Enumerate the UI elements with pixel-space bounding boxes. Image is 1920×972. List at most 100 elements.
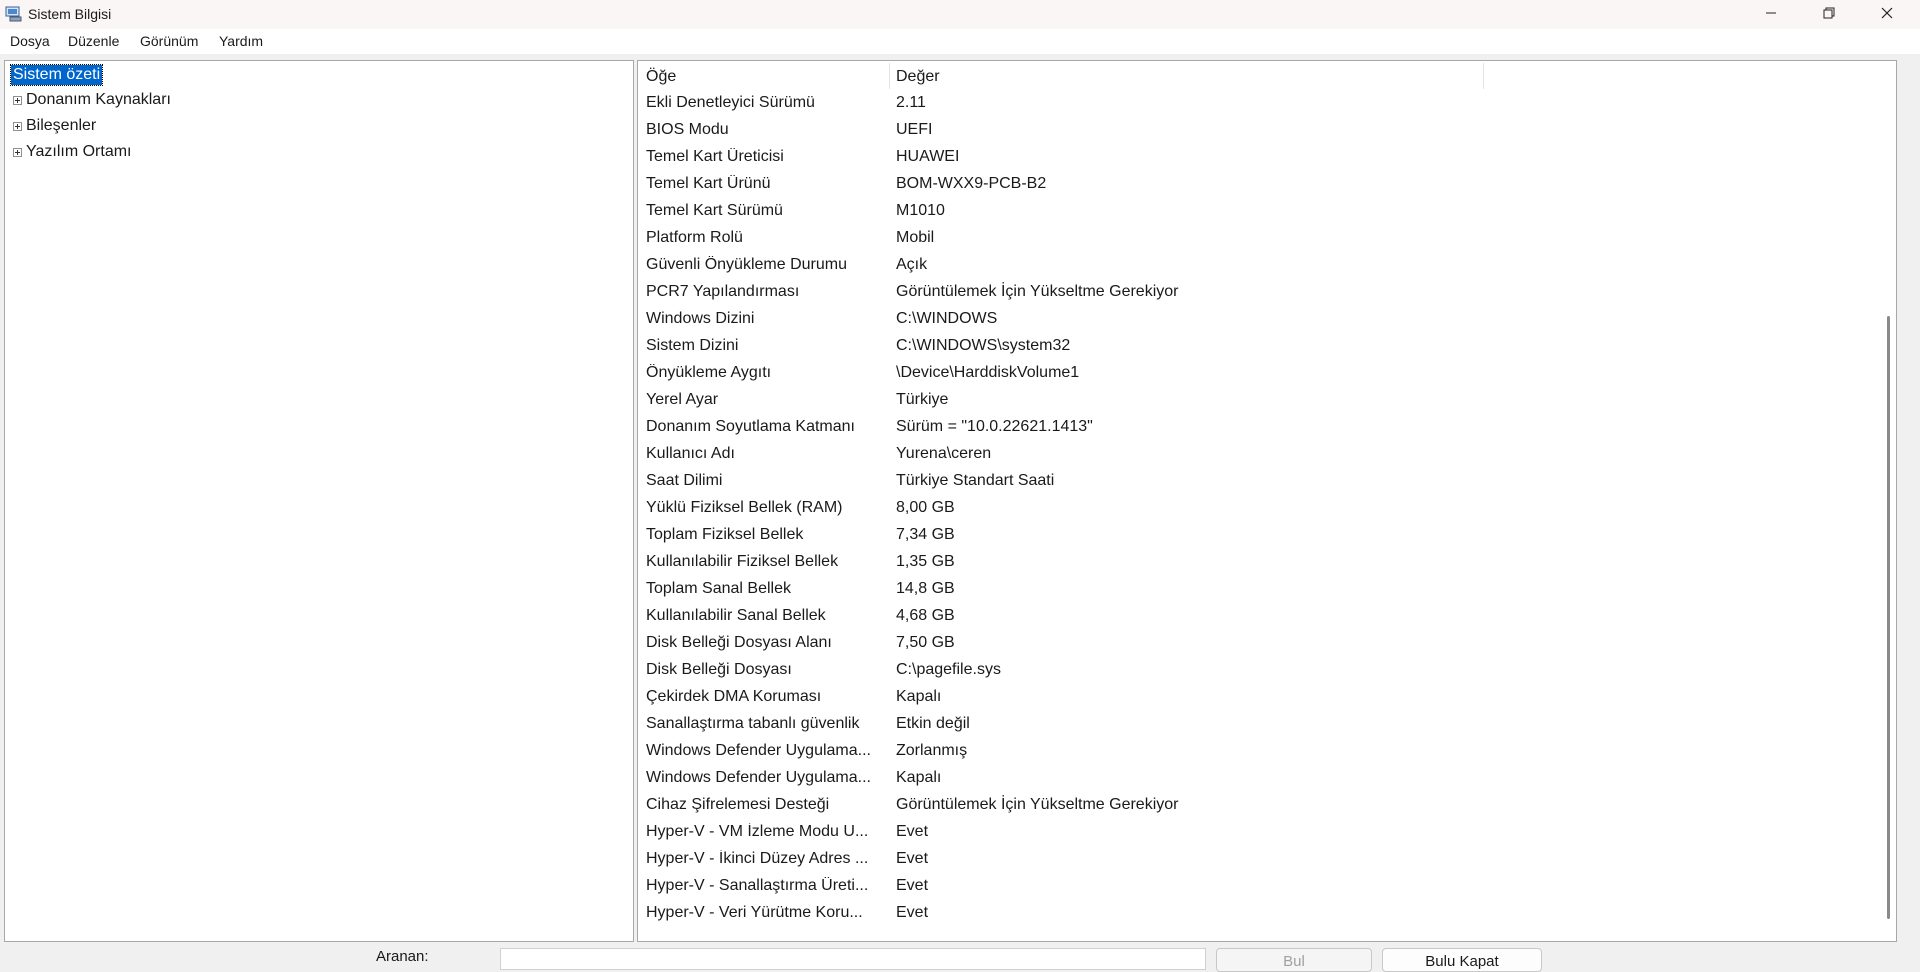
table-row[interactable]: Yüklü Fiziksel Bellek (RAM) 8,00 GB: [638, 495, 1896, 522]
item-cell: Hyper-V - Veri Yürütme Koru...: [646, 904, 863, 921]
table-row[interactable]: Windows Defender Uygulama... Zorlanmış: [638, 738, 1896, 765]
column-divider[interactable]: [1483, 63, 1484, 89]
value-cell: 2.11: [896, 94, 926, 111]
table-row[interactable]: Çekirdek DMA Koruması Kapalı: [638, 684, 1896, 711]
value-cell: Türkiye Standart Saati: [896, 472, 1055, 489]
item-cell: Temel Kart Üreticisi: [646, 148, 784, 165]
table-row[interactable]: Kullanılabilir Sanal Bellek 4,68 GB: [638, 603, 1896, 630]
item-cell: Kullanıcı Adı: [646, 445, 735, 462]
details-list[interactable]: Öğe Değer Ekli Denetleyici Sürümü 2.11 BIO…: [637, 60, 1897, 942]
scrollbar-thumb[interactable]: [1887, 316, 1890, 919]
table-row[interactable]: Yerel Ayar Türkiye: [638, 387, 1896, 414]
find-label: Aranan:: [376, 948, 429, 965]
tree-item-software-environment[interactable]: Yazılım Ortamı: [13, 143, 132, 161]
value-cell: Evet: [896, 823, 929, 840]
item-cell: Önyükleme Aygıtı: [646, 364, 772, 381]
menu-edit[interactable]: Düzenle: [68, 33, 119, 49]
restore-icon: [1823, 6, 1835, 24]
table-row[interactable]: Temel Kart Üreticisi HUAWEI: [638, 144, 1896, 171]
value-cell: UEFI: [896, 121, 933, 138]
close-find-button[interactable]: Bulu Kapat: [1382, 948, 1542, 972]
value-cell: HUAWEI: [896, 148, 960, 165]
tree-item-label: Yazılım Ortamı: [26, 143, 132, 160]
value-cell: M1010: [896, 202, 945, 219]
close-button[interactable]: [1858, 0, 1916, 29]
table-row[interactable]: Disk Belleği Dosyası C:\pagefile.sys: [638, 657, 1896, 684]
table-row[interactable]: Toplam Sanal Bellek 14,8 GB: [638, 576, 1896, 603]
table-row[interactable]: Cihaz Şifrelemesi Desteği Görüntülemek İç…: [638, 792, 1896, 819]
menu-file[interactable]: Dosya: [10, 33, 50, 49]
value-cell: 8,00 GB: [896, 499, 955, 516]
table-row[interactable]: Windows Dizini C:\WINDOWS: [638, 306, 1896, 333]
column-header-value[interactable]: Değer: [896, 68, 940, 86]
expand-plus-icon[interactable]: [13, 121, 22, 131]
column-divider[interactable]: [889, 63, 890, 89]
value-cell: Açık: [896, 256, 928, 273]
maximize-button[interactable]: [1800, 0, 1858, 29]
item-cell: Cihaz Şifrelemesi Desteği: [646, 796, 830, 813]
tree-item-label: Donanım Kaynakları: [26, 91, 171, 108]
tree-item-components[interactable]: Bileşenler: [13, 117, 96, 135]
value-cell: Etkin değil: [896, 715, 970, 732]
tree-item-hardware-resources[interactable]: Donanım Kaynakları: [13, 91, 171, 109]
value-cell: Kapalı: [896, 688, 942, 705]
table-row[interactable]: Sistem Dizini C:\WINDOWS\system32: [638, 333, 1896, 360]
table-row[interactable]: Hyper-V - VM İzleme Modu U... Evet: [638, 819, 1896, 846]
table-row[interactable]: Ekli Denetleyici Sürümü 2.11: [638, 90, 1896, 117]
find-input[interactable]: [500, 948, 1206, 970]
list-header: Öğe Değer: [638, 61, 1896, 90]
list-rows: Ekli Denetleyici Sürümü 2.11 BIOS Modu UEFI…: [638, 90, 1896, 927]
item-cell: Platform Rolü: [646, 229, 743, 246]
table-row[interactable]: Hyper-V - Veri Yürütme Koru... Evet: [638, 900, 1896, 927]
value-cell: \Device\HarddiskVolume1: [896, 364, 1080, 381]
category-tree[interactable]: Sistem özeti Donanım Kaynakları Bileşenl…: [4, 60, 634, 942]
tree-item-system-summary[interactable]: Sistem özeti: [9, 64, 104, 86]
value-cell: C:\WINDOWS: [896, 310, 998, 327]
item-cell: Saat Dilimi: [646, 472, 723, 489]
table-row[interactable]: Saat Dilimi Türkiye Standart Saati: [638, 468, 1896, 495]
expand-plus-icon[interactable]: [13, 147, 22, 157]
table-row[interactable]: Disk Belleği Dosyası Alanı 7,50 GB: [638, 630, 1896, 657]
item-cell: PCR7 Yapılandırması: [646, 283, 800, 300]
menu-help[interactable]: Yardım: [219, 33, 263, 49]
table-row[interactable]: Hyper-V - Sanallaştırma Üreti... Evet: [638, 873, 1896, 900]
value-cell: Türkiye: [896, 391, 949, 408]
minimize-button[interactable]: [1742, 0, 1800, 29]
table-row[interactable]: Temel Kart Ürünü BOM-WXX9-PCB-B2: [638, 171, 1896, 198]
value-cell: Görüntülemek İçin Yükseltme Gerekiyor: [896, 796, 1179, 813]
table-row[interactable]: Sanallaştırma tabanlı güvenlik Etkin deği…: [638, 711, 1896, 738]
table-row[interactable]: Güvenli Önyükleme Durumu Açık: [638, 252, 1896, 279]
item-cell: BIOS Modu: [646, 121, 729, 138]
item-cell: Windows Defender Uygulama...: [646, 769, 871, 786]
menu-bar: Dosya Düzenle Görünüm Yardım: [0, 29, 1920, 54]
value-cell: C:\WINDOWS\system32: [896, 337, 1071, 354]
item-cell: Toplam Fiziksel Bellek: [646, 526, 804, 543]
menu-view[interactable]: Görünüm: [140, 33, 198, 49]
column-header-item[interactable]: Öğe: [646, 68, 676, 86]
table-row[interactable]: Kullanılabilir Fiziksel Bellek 1,35 GB: [638, 549, 1896, 576]
table-row[interactable]: Kullanıcı Adı Yurena\ceren: [638, 441, 1896, 468]
value-cell: Sürüm = "10.0.22621.1413": [896, 418, 1093, 435]
table-row[interactable]: Önyükleme Aygıtı \Device\HarddiskVolume1: [638, 360, 1896, 387]
table-row[interactable]: PCR7 Yapılandırması Görüntülemek İçin Yük…: [638, 279, 1896, 306]
value-cell: 7,50 GB: [896, 634, 955, 651]
item-cell: Hyper-V - İkinci Düzey Adres ...: [646, 850, 869, 867]
table-row[interactable]: Windows Defender Uygulama... Kapalı: [638, 765, 1896, 792]
table-row[interactable]: Hyper-V - İkinci Düzey Adres ... Evet: [638, 846, 1896, 873]
value-cell: Evet: [896, 850, 929, 867]
item-cell: Windows Defender Uygulama...: [646, 742, 871, 759]
item-cell: Sanallaştırma tabanlı güvenlik: [646, 715, 860, 732]
find-button[interactable]: Bul: [1216, 948, 1372, 972]
table-row[interactable]: Toplam Fiziksel Bellek 7,34 GB: [638, 522, 1896, 549]
table-row[interactable]: Temel Kart Sürümü M1010: [638, 198, 1896, 225]
value-cell: C:\pagefile.sys: [896, 661, 1001, 678]
table-row[interactable]: BIOS Modu UEFI: [638, 117, 1896, 144]
table-row[interactable]: Platform Rolü Mobil: [638, 225, 1896, 252]
vertical-scrollbar[interactable]: [1880, 61, 1896, 941]
value-cell: Mobil: [896, 229, 935, 246]
item-cell: Toplam Sanal Bellek: [646, 580, 791, 597]
expand-plus-icon[interactable]: [13, 95, 22, 105]
close-icon: [1881, 6, 1893, 24]
table-row[interactable]: Donanım Soyutlama Katmanı Sürüm = "10.0.2…: [638, 414, 1896, 441]
value-cell: 4,68 GB: [896, 607, 955, 624]
